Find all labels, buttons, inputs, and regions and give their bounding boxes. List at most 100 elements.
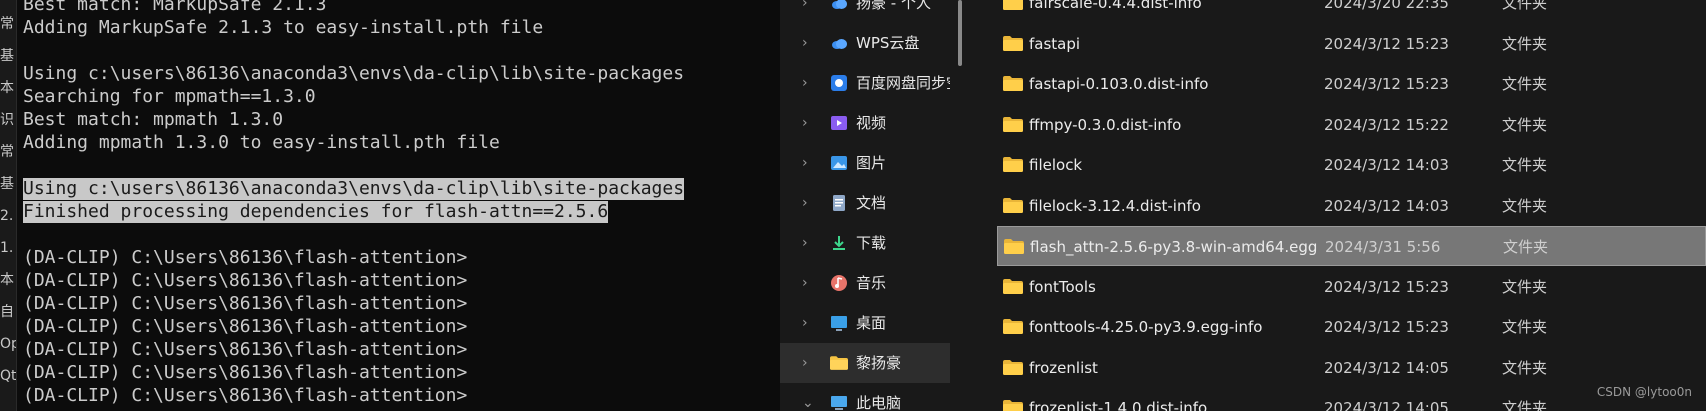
nav-item[interactable]: › 黎扬豪 bbox=[780, 343, 950, 383]
file-type: 文件夹 bbox=[1502, 399, 1548, 411]
pictures-icon bbox=[830, 154, 848, 172]
file-modified-date: 2024/3/12 15:22 bbox=[1324, 115, 1449, 134]
nav-item-label: 下载 bbox=[856, 234, 887, 252]
file-type: 文件夹 bbox=[1503, 238, 1549, 256]
nav-item-label: 音乐 bbox=[856, 274, 887, 292]
file-type: 文件夹 bbox=[1502, 318, 1548, 336]
nav-item[interactable]: › 扬豪 - 个人 bbox=[780, 0, 950, 23]
strip-char: 基 bbox=[0, 176, 14, 192]
file-modified-date: 2024/3/12 14:05 bbox=[1324, 358, 1449, 377]
file-name: fastapi-0.103.0.dist-info bbox=[1029, 75, 1209, 93]
file-type: 文件夹 bbox=[1502, 115, 1548, 134]
folder-icon bbox=[1003, 278, 1023, 294]
chevron-right-icon[interactable]: › bbox=[802, 0, 808, 11]
folder-icon bbox=[1003, 359, 1023, 375]
file-type: 文件夹 bbox=[1502, 196, 1548, 215]
file-modified-date: 2024/3/31 5:56 bbox=[1325, 238, 1441, 256]
terminal-line: (DA-CLIP) C:\Users\86136\flash-attention… bbox=[23, 270, 468, 291]
terminal-line: Best match: MarkupSafe 2.1.3 bbox=[23, 0, 327, 15]
chevron-right-icon[interactable]: › bbox=[802, 195, 808, 211]
chevron-right-icon[interactable]: › bbox=[802, 355, 808, 371]
nav-item-label: 黎扬豪 bbox=[856, 354, 902, 372]
terminal-line: Adding MarkupSafe 2.1.3 to easy-install.… bbox=[23, 17, 544, 38]
file-row[interactable]: fonttools-4.25.0-py3.9.egg-info 2024/3/12… bbox=[997, 307, 1706, 347]
folder-icon bbox=[1003, 197, 1023, 213]
file-modified-date: 2024/3/20 22:35 bbox=[1324, 0, 1449, 12]
navigation-scrollbar[interactable] bbox=[958, 0, 962, 66]
nav-item-label: 桌面 bbox=[856, 314, 887, 332]
terminal-line: (DA-CLIP) C:\Users\86136\flash-attention… bbox=[23, 316, 468, 337]
file-modified-date: 2024/3/12 14:03 bbox=[1324, 196, 1449, 215]
chevron-right-icon[interactable]: › bbox=[802, 155, 808, 171]
terminal-line: Searching for mpmath==1.3.0 bbox=[23, 86, 316, 107]
side-strip: 常基本识常基 2. 1. 本自 Op Qt bbox=[0, 0, 17, 411]
file-name: filelock-3.12.4.dist-info bbox=[1029, 196, 1201, 215]
strip-char: 常 bbox=[0, 16, 14, 32]
terminal-line: Best match: mpmath 1.3.0 bbox=[23, 109, 284, 130]
file-row[interactable]: fairscale-0.4.4.dist-info 2024/3/20 22:35… bbox=[997, 0, 1706, 23]
file-type: 文件夹 bbox=[1502, 0, 1548, 12]
chevron-right-icon[interactable]: › bbox=[802, 75, 808, 91]
terminal-window[interactable]: Best match: MarkupSafe 2.1.3 Adding Marku… bbox=[17, 0, 777, 411]
file-row[interactable]: fastapi 2024/3/12 15:23 文件夹 bbox=[997, 24, 1706, 64]
terminal-line: (DA-CLIP) C:\Users\86136\flash-attention… bbox=[23, 339, 468, 360]
folder-icon bbox=[1003, 400, 1023, 411]
nav-item[interactable]: › 音乐 bbox=[780, 263, 950, 303]
chevron-right-icon[interactable]: › bbox=[802, 275, 808, 291]
nav-item[interactable]: › WPS云盘 bbox=[780, 23, 950, 63]
file-name: fairscale-0.4.4.dist-info bbox=[1029, 0, 1202, 12]
onedrive-icon bbox=[830, 0, 848, 12]
file-name: flash_attn-2.5.6-py3.8-win-amd64.egg bbox=[1030, 238, 1318, 256]
strip-char: Qt bbox=[0, 368, 16, 384]
strip-char: 自 bbox=[0, 304, 14, 320]
nav-item[interactable]: › 下载 bbox=[780, 223, 950, 263]
strip-char: 基 bbox=[0, 48, 14, 64]
file-modified-date: 2024/3/12 14:03 bbox=[1324, 156, 1449, 174]
strip-char: 1. bbox=[0, 240, 14, 256]
file-row[interactable]: ffmpy-0.3.0.dist-info 2024/3/12 15:22 文件夹 bbox=[997, 105, 1706, 145]
nav-item[interactable]: › 图片 bbox=[780, 143, 950, 183]
file-row-selected[interactable]: flash_attn-2.5.6-py3.8-win-amd64.egg 2024… bbox=[997, 226, 1706, 266]
file-row[interactable]: filelock-3.12.4.dist-info 2024/3/12 14:03… bbox=[997, 186, 1706, 226]
nav-item-label: 图片 bbox=[856, 154, 887, 172]
file-row[interactable]: frozenlist 2024/3/12 14:05 文件夹 bbox=[997, 348, 1706, 388]
folder-icon bbox=[1003, 116, 1023, 132]
strip-char: 常 bbox=[0, 144, 14, 160]
terminal-line: (DA-CLIP) C:\Users\86136\flash-attention… bbox=[23, 362, 468, 383]
terminal-line: Using c:\users\86136\anaconda3\envs\da-c… bbox=[23, 63, 685, 84]
chevron-right-icon[interactable]: › bbox=[802, 235, 808, 251]
chevron-down-icon[interactable]: ⌄ bbox=[802, 395, 814, 411]
nav-item[interactable]: › 桌面 bbox=[780, 303, 950, 343]
folder-icon bbox=[1003, 35, 1023, 51]
documents-icon bbox=[830, 194, 848, 212]
nav-item[interactable]: › 文档 bbox=[780, 183, 950, 223]
file-modified-date: 2024/3/12 14:05 bbox=[1324, 399, 1449, 411]
terminal-line-selected: Using c:\users\86136\anaconda3\envs\da-c… bbox=[23, 178, 685, 200]
file-name: frozenlist bbox=[1029, 358, 1098, 377]
this-pc-icon bbox=[830, 394, 848, 411]
chevron-right-icon[interactable]: › bbox=[802, 35, 808, 51]
file-modified-date: 2024/3/12 15:23 bbox=[1324, 34, 1449, 53]
folder-icon bbox=[830, 354, 848, 372]
chevron-right-icon[interactable]: › bbox=[802, 115, 808, 131]
navigation-pane[interactable]: › 扬豪 - 个人 › WPS云盘 › 百度网盘同步空间 › 视频 › 图片 › 文档 › 下载 › 音乐 › 桌… bbox=[780, 0, 965, 411]
file-row[interactable]: filelock 2024/3/12 14:03 文件夹 bbox=[997, 145, 1706, 185]
nav-item-label: 此电脑 bbox=[856, 394, 902, 411]
file-type: 文件夹 bbox=[1502, 277, 1548, 296]
file-type: 文件夹 bbox=[1502, 75, 1548, 93]
nav-item[interactable]: › 百度网盘同步空间 bbox=[780, 63, 950, 103]
file-row[interactable]: fontTools 2024/3/12 15:23 文件夹 bbox=[997, 267, 1706, 307]
strip-char: Op bbox=[0, 336, 16, 352]
file-list[interactable]: fairscale-0.4.4.dist-info 2024/3/20 22:35… bbox=[975, 0, 1706, 411]
file-type: 文件夹 bbox=[1502, 358, 1548, 377]
watermark-text: CSDN @lytoo0n bbox=[1596, 385, 1692, 399]
nav-item[interactable]: › 视频 bbox=[780, 103, 950, 143]
folder-icon bbox=[1003, 157, 1023, 172]
baidu-netdisk-icon bbox=[830, 74, 848, 92]
chevron-right-icon[interactable]: › bbox=[802, 315, 808, 331]
nav-item-label: 扬豪 - 个人 bbox=[856, 0, 931, 12]
nav-item-label: WPS云盘 bbox=[856, 34, 920, 52]
file-row[interactable]: fastapi-0.103.0.dist-info 2024/3/12 15:23… bbox=[997, 64, 1706, 104]
folder-icon bbox=[1003, 319, 1023, 334]
nav-item[interactable]: ⌄ 此电脑 bbox=[780, 383, 950, 411]
